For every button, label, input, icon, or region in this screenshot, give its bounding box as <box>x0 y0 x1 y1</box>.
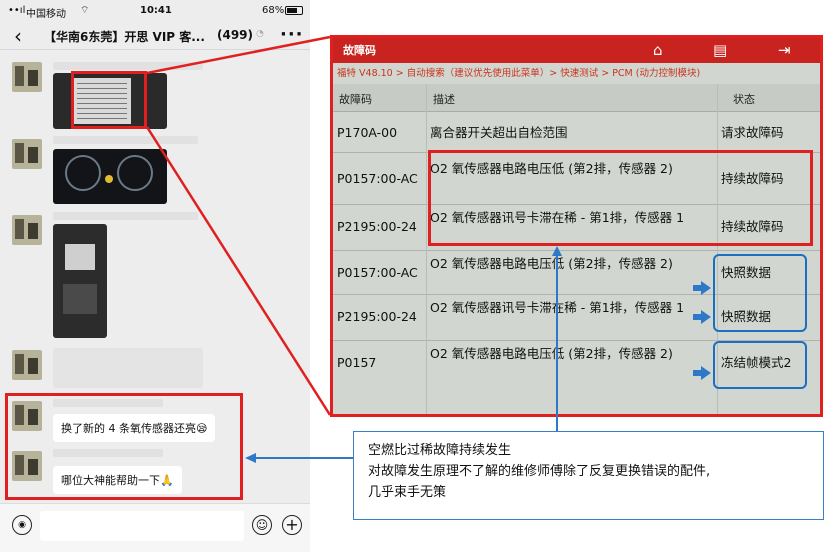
left-arrowhead <box>245 453 256 463</box>
callout-line: 几乎束手无策 <box>368 485 447 500</box>
pointer-arrowhead <box>552 246 562 256</box>
connector-line-bottom <box>145 126 332 416</box>
connector-line-top <box>146 35 331 75</box>
annotation-callout: 空燃比过稀故障持续发生 对故障发生原理不了解的维修师傅除了反复更换错误的配件, … <box>353 431 824 520</box>
callout-line: 对故障发生原理不了解的维修师傅除了反复更换错误的配件, <box>368 464 711 479</box>
callout-line: 空燃比过稀故障持续发生 <box>368 443 512 458</box>
